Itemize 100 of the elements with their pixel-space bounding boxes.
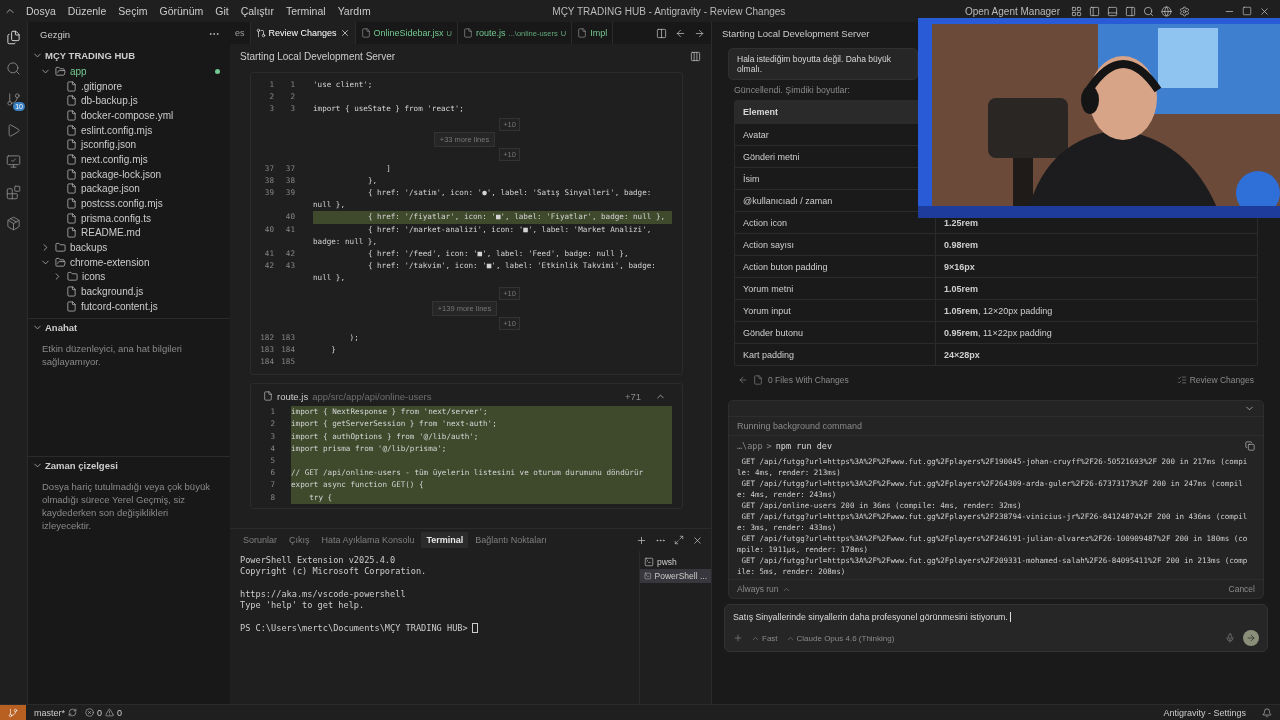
table-cell: Gönder butonu [735, 321, 935, 343]
panel-left-icon[interactable] [1089, 5, 1100, 17]
maximize-icon[interactable] [674, 535, 684, 545]
panel-tab[interactable]: Hata Ayıklama Konsolu [316, 532, 420, 548]
sync-icon [68, 708, 77, 717]
file-item[interactable]: package.json [28, 181, 230, 197]
terminal-session[interactable]: pwsh [640, 555, 711, 569]
settings-icon[interactable] [1179, 5, 1190, 17]
table-cell: 24×28px [935, 343, 1257, 365]
file-item[interactable]: background.js [28, 284, 230, 299]
menu-item[interactable]: Çalıştır [234, 2, 280, 20]
model-selector[interactable]: Claude Opus 4.6 (Thinking) [785, 633, 895, 643]
editor-tab[interactable]: Review Changes [250, 22, 356, 44]
search-icon [6, 61, 21, 76]
reply-text: Güncellendi. Şimdiki boyutlar: [733, 85, 851, 95]
sidebar-title: Gezgin [40, 28, 71, 40]
panel-tab[interactable]: Sorunlar [238, 532, 283, 548]
folder-item[interactable]: backups [28, 240, 230, 255]
file-icon [66, 95, 77, 107]
problems-button[interactable]: 0 0 [85, 707, 123, 718]
restore-icon[interactable] [1242, 6, 1252, 16]
split-editor-icon[interactable] [656, 27, 667, 39]
menu-item[interactable]: Seçim [112, 2, 154, 20]
package-icon [6, 216, 21, 231]
panel-right-icon[interactable] [1125, 5, 1136, 17]
close-icon[interactable] [692, 534, 703, 546]
command-status: Running background command [729, 417, 1263, 436]
agent-manager-button[interactable]: Open Agent Manager [960, 5, 1064, 17]
user-message: Hala istediğim boyutta değil. Daha büyük olmalı. [728, 48, 918, 80]
send-button[interactable] [1243, 630, 1259, 646]
command-text: npm run dev [775, 441, 833, 451]
mode-selector[interactable]: Fast [751, 633, 778, 643]
menu-item[interactable]: Görünüm [153, 2, 210, 20]
layout-icon[interactable] [1071, 5, 1082, 17]
table-cell: 0.95rem, 11×22px padding [935, 321, 1257, 343]
panel-tab[interactable]: Bağlantı Noktaları [470, 532, 552, 548]
search-icon[interactable] [1143, 5, 1154, 17]
settings-link[interactable]: Antigravity - Settings [1163, 707, 1246, 718]
folder-open-icon [55, 65, 66, 77]
section-title[interactable]: Anahat [45, 321, 78, 333]
back-arrow-icon[interactable] [675, 27, 686, 39]
terminal-session[interactable]: PowerShell ... [640, 569, 711, 583]
panel-tab[interactable]: Çıkış [284, 532, 315, 548]
file-icon [263, 391, 273, 402]
menu-item[interactable]: Düzenle [61, 2, 113, 20]
file-icon [66, 124, 77, 136]
terminal-icon [644, 571, 652, 581]
file-item[interactable]: README.md [28, 225, 230, 241]
files-icon [6, 30, 21, 45]
file-item[interactable]: prisma.config.ts [28, 210, 230, 226]
file-item[interactable]: docker-compose.yml [28, 108, 230, 123]
folder-item[interactable]: app [28, 64, 230, 79]
branch-button[interactable]: master* [34, 707, 77, 718]
folder-item[interactable]: chrome-extension [28, 254, 230, 270]
copy-icon[interactable] [1245, 441, 1255, 451]
file-name: route.js [277, 390, 309, 402]
forward-arrow-icon[interactable] [694, 27, 705, 39]
remote-icon [8, 707, 18, 718]
menu-item[interactable]: Dosya [20, 2, 62, 20]
panel-bottom-icon[interactable] [1107, 5, 1118, 17]
globe-icon[interactable] [1161, 5, 1172, 17]
terminal-icon [644, 557, 654, 567]
file-item[interactable]: futcord-content.js [28, 299, 230, 314]
terminal-prompt: PS C:\Users\mertc\Documents\MÇY TRADING HUB> [240, 622, 468, 635]
table-cell: 9×16px [935, 255, 1257, 277]
back-arrow-icon[interactable] [738, 375, 748, 385]
file-item[interactable]: eslint.config.mjs [28, 122, 230, 138]
folder-icon [55, 242, 66, 254]
warning-icon [105, 708, 115, 717]
arrow-right-icon [1246, 633, 1256, 643]
file-item[interactable]: jsconfig.json [28, 137, 230, 153]
cancel-button[interactable]: Cancel [1228, 584, 1255, 594]
section-title[interactable]: MÇY TRADING HUB [45, 49, 136, 61]
microphone-icon[interactable] [1225, 633, 1235, 643]
columns-icon[interactable] [690, 50, 701, 62]
table-cell: Yorum metni [735, 277, 935, 299]
menu-item[interactable]: Yardım [331, 2, 377, 20]
file-item[interactable]: package-lock.json [28, 166, 230, 182]
close-icon[interactable] [1259, 5, 1270, 17]
menu-item[interactable]: Terminal [279, 2, 332, 20]
always-run-button[interactable]: Always run [737, 584, 791, 594]
terminal-line: PowerShell Extension v2025.4.0 [240, 555, 397, 567]
file-icon [66, 286, 77, 298]
folder-item[interactable]: icons [28, 269, 230, 285]
file-icon [360, 28, 371, 38]
section-title[interactable]: Zaman çizelgesi [45, 459, 118, 471]
file-item[interactable]: next.config.mjs [28, 152, 230, 167]
file-icon [66, 212, 77, 224]
panel-tab[interactable]: Terminal [421, 532, 469, 548]
bell-icon[interactable] [1262, 707, 1272, 718]
menu-item[interactable]: Git [209, 2, 235, 20]
chat-input[interactable]: Satış Sinyallerinde sinyallerin daha profesyonel görünmesini istiyorum. Fast Claude Opus 4.6 (Thinking) [724, 604, 1268, 652]
file-item[interactable]: postcss.config.mjs [28, 196, 230, 211]
file-item[interactable]: db-backup.js [28, 93, 230, 109]
remote-button[interactable] [0, 704, 26, 720]
review-changes-button[interactable]: Review Changes [1176, 375, 1254, 385]
file-item[interactable]: .gitignore [28, 78, 230, 94]
plus-icon[interactable] [636, 534, 647, 546]
terminal-line: Type 'help' to get help. [240, 600, 366, 612]
file-icon [66, 227, 77, 239]
